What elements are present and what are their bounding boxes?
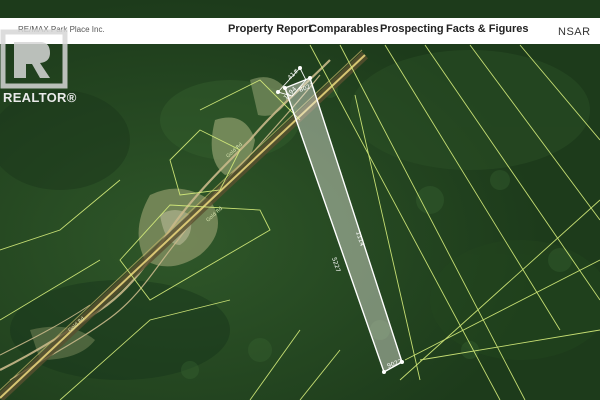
realtor-label: REALTOR® xyxy=(3,90,77,105)
nav-prospecting[interactable]: Prospecting xyxy=(380,23,444,35)
nsar-logo: NSAR xyxy=(558,26,591,38)
nav-property-report[interactable]: Property Report xyxy=(228,23,312,35)
nav-facts-figures[interactable]: Facts & Figures xyxy=(446,23,529,35)
satellite-map[interactable]: 1114 8027 1194 5227 9022 41# Gold Rd Gol… xyxy=(0,0,600,400)
map-screenshot: 1114 8027 1194 5227 9022 41# Gold Rd Gol… xyxy=(0,0,600,400)
nav-comparables[interactable]: Comparables xyxy=(309,23,379,35)
